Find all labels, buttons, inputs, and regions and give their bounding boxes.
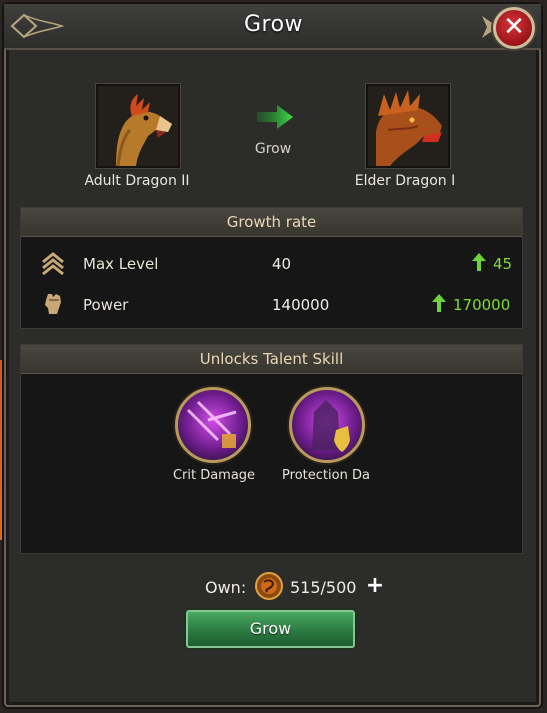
arrow-right-icon (257, 105, 293, 129)
growth-rate-header: Growth rate (21, 208, 522, 237)
power-label: Power (83, 296, 129, 314)
from-dragon-name: Adult Dragon II (84, 173, 190, 189)
up-arrow-icon (472, 253, 486, 271)
crit-damage-label: Crit Damage (172, 468, 256, 483)
to-dragon-name: Elder Dragon I (354, 173, 456, 189)
dialog-title: Grow (243, 12, 304, 37)
talent-header: Unlocks Talent Skill (21, 345, 522, 374)
elder-dragon-icon (368, 86, 448, 166)
close-button[interactable]: ✕ (493, 7, 535, 49)
own-count: 515/500 (290, 578, 357, 597)
talent-section: Unlocks Talent Skill (20, 344, 523, 554)
close-icon: ✕ (503, 12, 525, 42)
power-current: 140000 (272, 296, 330, 314)
up-arrow-icon (432, 294, 446, 312)
protection-skill-icon[interactable] (289, 387, 365, 463)
grow-button[interactable]: Grow (186, 610, 355, 648)
chevrons-up-icon (42, 252, 64, 276)
growth-rate-title: Growth rate (226, 213, 317, 231)
crit-damage-skill-icon[interactable] (175, 387, 251, 463)
fist-icon (45, 294, 61, 314)
talent-title: Unlocks Talent Skill (199, 350, 344, 368)
grow-transition-label: Grow (254, 141, 292, 157)
max-level-label: Max Level (83, 255, 159, 273)
adult-dragon-icon (98, 86, 178, 166)
adult-dragon-portrait (96, 84, 180, 168)
dragon-medal-icon (255, 572, 283, 600)
power-next: 170000 (453, 296, 511, 314)
protection-label: Protection Da (282, 468, 370, 483)
plus-icon: + (365, 573, 385, 598)
own-label: Own: (205, 578, 247, 597)
max-level-next: 45 (493, 255, 513, 273)
add-resource-button[interactable]: + (364, 575, 386, 597)
elder-dragon-portrait (366, 84, 450, 168)
max-level-current: 40 (272, 255, 292, 273)
